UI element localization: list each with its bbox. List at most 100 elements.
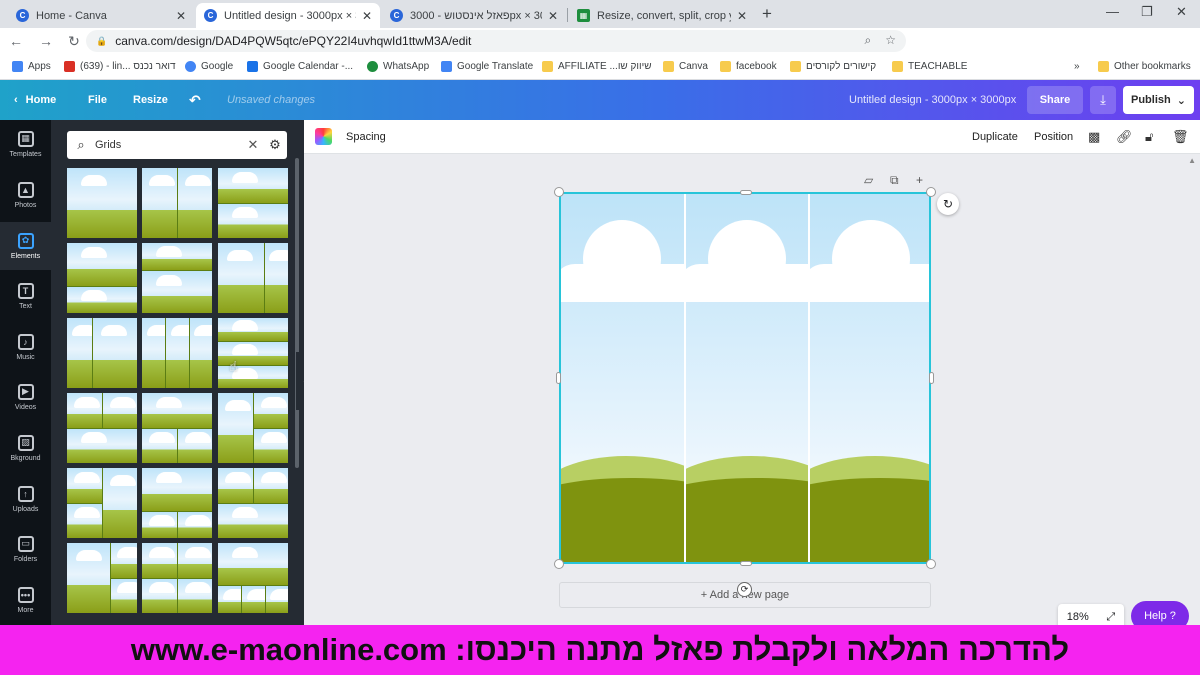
rail-folders[interactable]: ▭ Folders bbox=[0, 525, 51, 573]
grid-thumbnail[interactable] bbox=[67, 393, 137, 463]
grid-thumbnail[interactable] bbox=[218, 318, 288, 388]
scroll-up-icon[interactable]: ▲ bbox=[1188, 156, 1196, 165]
rail-videos[interactable]: ▶ Videos bbox=[0, 373, 51, 421]
bookmark-whatsapp[interactable]: WhatsApp bbox=[367, 54, 429, 78]
resize-button[interactable]: Resize bbox=[133, 80, 168, 120]
file-menu-button[interactable]: File bbox=[88, 80, 107, 120]
grid-thumbnail[interactable] bbox=[142, 468, 212, 538]
filter-icon[interactable]: ⚙ bbox=[263, 137, 287, 153]
document-title[interactable]: Untitled design - 3000px × 3000px bbox=[849, 80, 1016, 120]
clear-icon[interactable]: ✕ bbox=[243, 137, 263, 153]
tab-title: פאזל אינסטוש - 3000px × 3000px bbox=[410, 9, 542, 22]
back-icon[interactable]: ← bbox=[5, 33, 27, 49]
zoom-icon[interactable]: ⌕ bbox=[865, 33, 872, 48]
grid-thumbnail[interactable] bbox=[142, 243, 212, 313]
rail-uploads[interactable]: ↑ Uploads bbox=[0, 475, 51, 523]
resize-handle[interactable] bbox=[554, 559, 564, 569]
bookmark-affiliate[interactable]: AFFILIATE ...שיווק שו bbox=[542, 54, 652, 78]
close-icon[interactable]: ✕ bbox=[548, 9, 558, 23]
resize-handle[interactable] bbox=[740, 190, 752, 195]
trash-icon[interactable]: 🗑︎ bbox=[1172, 129, 1189, 145]
forward-icon[interactable]: → bbox=[35, 33, 57, 49]
bookmark-star-icon[interactable]: ☆ bbox=[885, 33, 896, 48]
home-button[interactable]: ‹ Home bbox=[14, 80, 56, 120]
grid-thumbnail[interactable] bbox=[218, 393, 288, 463]
undo-icon[interactable]: ↶ bbox=[189, 80, 201, 120]
lock-icon[interactable]: 🔓︎ bbox=[1145, 129, 1153, 145]
position-button[interactable]: Position bbox=[1034, 120, 1073, 154]
search-input[interactable] bbox=[95, 139, 243, 151]
bookmark-google-calendar[interactable]: Google Calendar -... bbox=[247, 54, 353, 78]
bookmark-google[interactable]: Google bbox=[185, 54, 233, 78]
bookmark-gmail[interactable]: (639) - lin... דואר נכנס bbox=[64, 54, 176, 78]
duplicate-button[interactable]: Duplicate bbox=[972, 120, 1018, 154]
grid-thumbnail[interactable] bbox=[218, 243, 288, 313]
resize-handle[interactable] bbox=[929, 372, 934, 384]
reload-icon[interactable]: ↻ bbox=[63, 33, 85, 50]
close-icon[interactable]: ✕ bbox=[176, 9, 186, 23]
grid-thumbnail[interactable] bbox=[67, 468, 137, 538]
new-tab-button[interactable]: + bbox=[762, 4, 772, 24]
bookmark-course-links[interactable]: קישורים לקורסים bbox=[790, 54, 876, 78]
copy-page-icon[interactable]: ⧉ bbox=[890, 173, 899, 188]
grid-thumbnail[interactable] bbox=[142, 393, 212, 463]
rail-more[interactable]: ••• More bbox=[0, 576, 51, 624]
grid-cell[interactable] bbox=[561, 194, 684, 562]
bookmark-facebook[interactable]: facebook bbox=[720, 54, 777, 78]
more-bookmarks-chevron[interactable]: » bbox=[1074, 54, 1080, 78]
rail-music[interactable]: ♪ Music bbox=[0, 323, 51, 371]
browser-tab-untitled-design[interactable]: C Untitled design - 3000px × 3000px ✕ bbox=[196, 3, 380, 28]
add-page-icon[interactable]: + bbox=[916, 173, 923, 187]
notes-icon[interactable]: ▱ bbox=[864, 173, 873, 187]
resize-handle[interactable] bbox=[740, 561, 752, 566]
panel-scrollbar[interactable] bbox=[295, 158, 299, 468]
resize-handle[interactable] bbox=[556, 372, 561, 384]
bookmark-canva[interactable]: Canva bbox=[663, 54, 708, 78]
grid-thumbnail[interactable] bbox=[67, 318, 137, 388]
rail-templates[interactable]: ▦ Templates bbox=[0, 120, 51, 168]
grid-thumbnail[interactable] bbox=[142, 168, 212, 238]
grid-thumbnail[interactable] bbox=[67, 168, 137, 238]
rail-photos[interactable]: ▲ Photos bbox=[0, 171, 51, 219]
share-button[interactable]: Share bbox=[1027, 86, 1083, 114]
grid-thumbnail[interactable] bbox=[218, 168, 288, 238]
bookmark-other[interactable]: Other bookmarks bbox=[1098, 54, 1191, 78]
minimize-icon[interactable]: — bbox=[1106, 4, 1119, 19]
link-icon[interactable]: 🔗︎ bbox=[1116, 129, 1133, 145]
grid-cell[interactable] bbox=[686, 194, 808, 562]
rail-bkground[interactable]: ▨ Bkground bbox=[0, 424, 51, 472]
window-close-icon[interactable]: ✕ bbox=[1176, 4, 1187, 20]
grid-thumbnail[interactable] bbox=[142, 318, 212, 388]
publish-button[interactable]: Publish ⌄ bbox=[1123, 86, 1194, 114]
grid-thumbnail[interactable] bbox=[142, 543, 212, 613]
resize-handle[interactable] bbox=[926, 187, 936, 197]
color-picker-icon[interactable] bbox=[315, 128, 332, 145]
grid-thumbnail[interactable] bbox=[67, 543, 137, 613]
close-icon[interactable]: ✕ bbox=[737, 9, 747, 23]
search-box[interactable]: ⌕ ✕ ⚙ bbox=[67, 131, 287, 159]
url-field[interactable]: 🔒 canva.com/design/DAD4PQW5qtc/ePQY22I4u… bbox=[86, 30, 906, 52]
browser-tab-resize-tool[interactable]: ▦ Resize, convert, split, crop your im ✕ bbox=[569, 3, 755, 28]
bookmark-teachable[interactable]: TEACHABLE bbox=[892, 54, 967, 78]
grid-thumbnail[interactable] bbox=[67, 243, 137, 313]
spacing-button[interactable]: Spacing bbox=[346, 120, 386, 154]
browser-tab-puzzle[interactable]: C פאזל אינסטוש - 3000px × 3000px ✕ bbox=[382, 3, 566, 28]
grid-thumbnail[interactable] bbox=[218, 543, 288, 613]
bookmark-google-translate[interactable]: Google Translate bbox=[441, 54, 533, 78]
grid-cell[interactable] bbox=[810, 194, 929, 562]
rotate-handle-icon[interactable]: ⟳ bbox=[737, 582, 752, 597]
restore-icon[interactable]: ❐ bbox=[1141, 4, 1153, 20]
design-page[interactable] bbox=[559, 192, 931, 564]
resize-handle[interactable] bbox=[926, 559, 936, 569]
grid-thumbnail[interactable] bbox=[218, 468, 288, 538]
rail-text[interactable]: T Text bbox=[0, 272, 51, 320]
rotate-icon[interactable]: ↻ bbox=[937, 193, 959, 215]
browser-tab-home[interactable]: C Home - Canva ✕ bbox=[8, 3, 194, 28]
transparency-icon[interactable]: ▩ bbox=[1088, 129, 1100, 145]
resize-handle[interactable] bbox=[554, 187, 564, 197]
download-icon[interactable]: ⤓ bbox=[1090, 86, 1116, 114]
bookmark-apps[interactable]: Apps bbox=[12, 54, 51, 78]
close-icon[interactable]: ✕ bbox=[362, 9, 372, 23]
expand-icon[interactable]: ⤢ bbox=[1106, 611, 1115, 624]
rail-elements[interactable]: ✿ Elements bbox=[0, 222, 51, 270]
